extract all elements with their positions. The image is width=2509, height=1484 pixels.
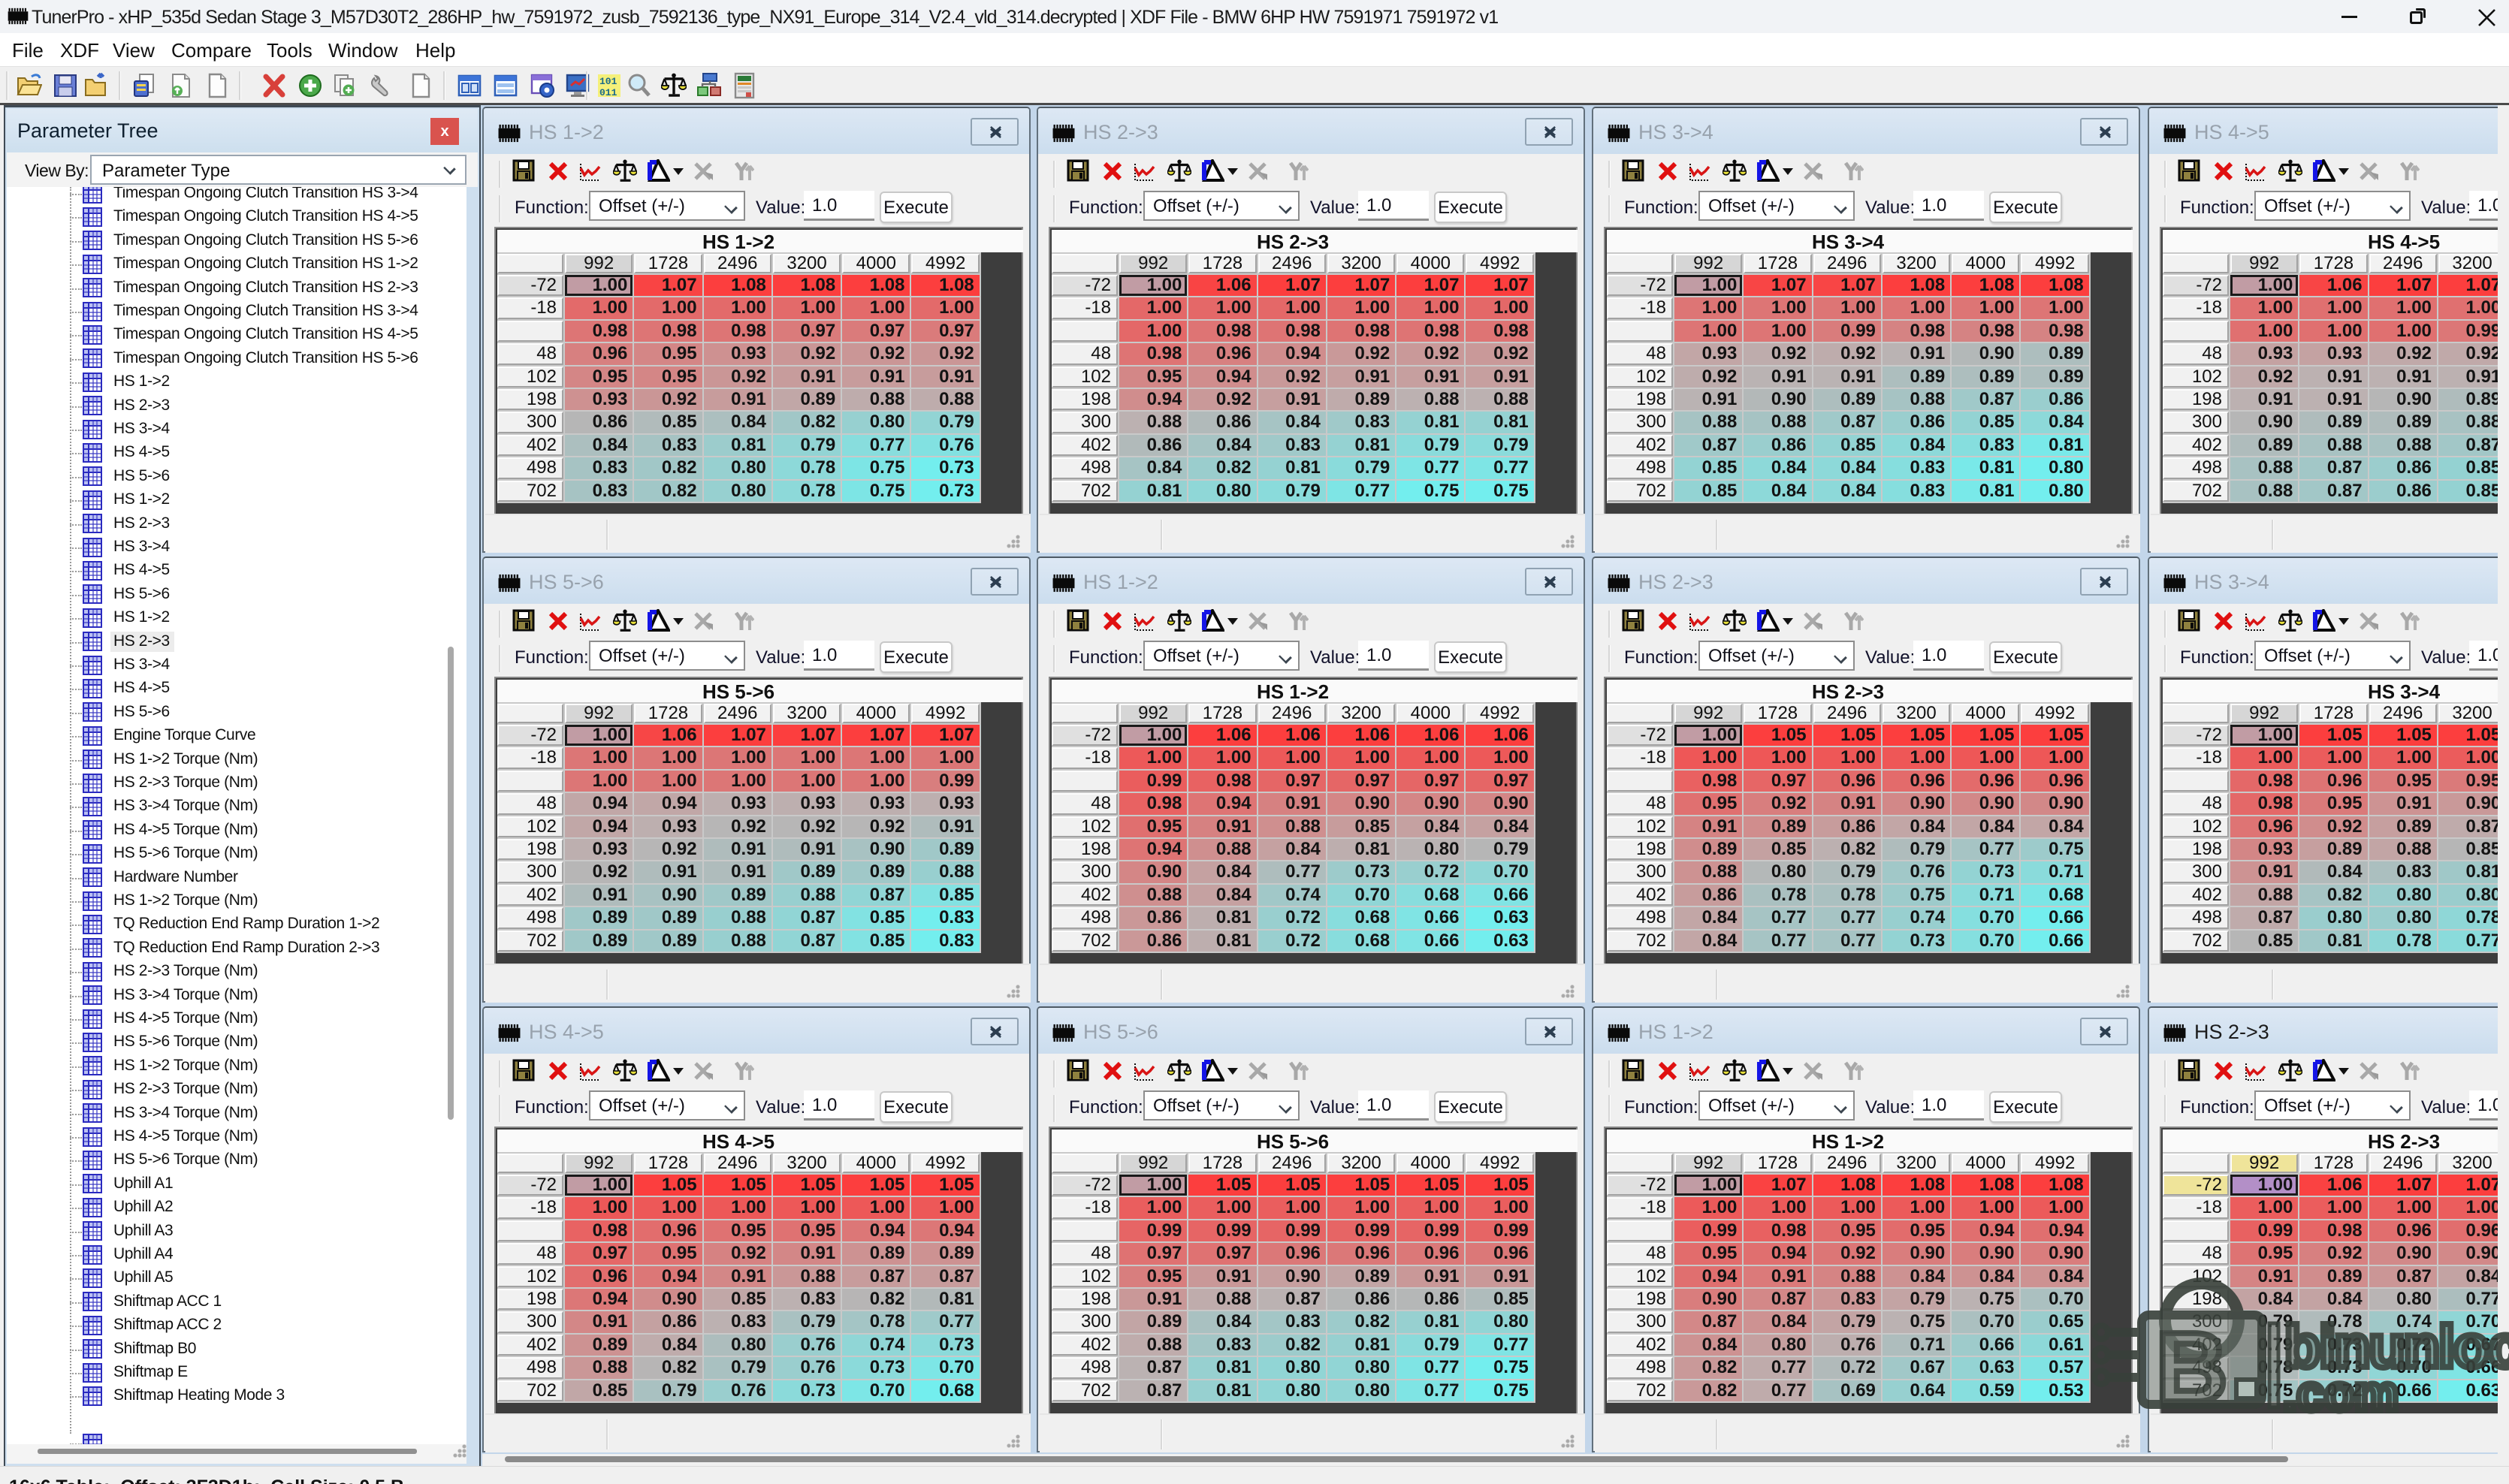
svg-text:B: B [2156, 1312, 2227, 1422]
svg-text:.com: .com [2283, 1365, 2399, 1421]
svg-text:011: 011 [599, 87, 617, 98]
svg-text:101: 101 [599, 76, 617, 87]
